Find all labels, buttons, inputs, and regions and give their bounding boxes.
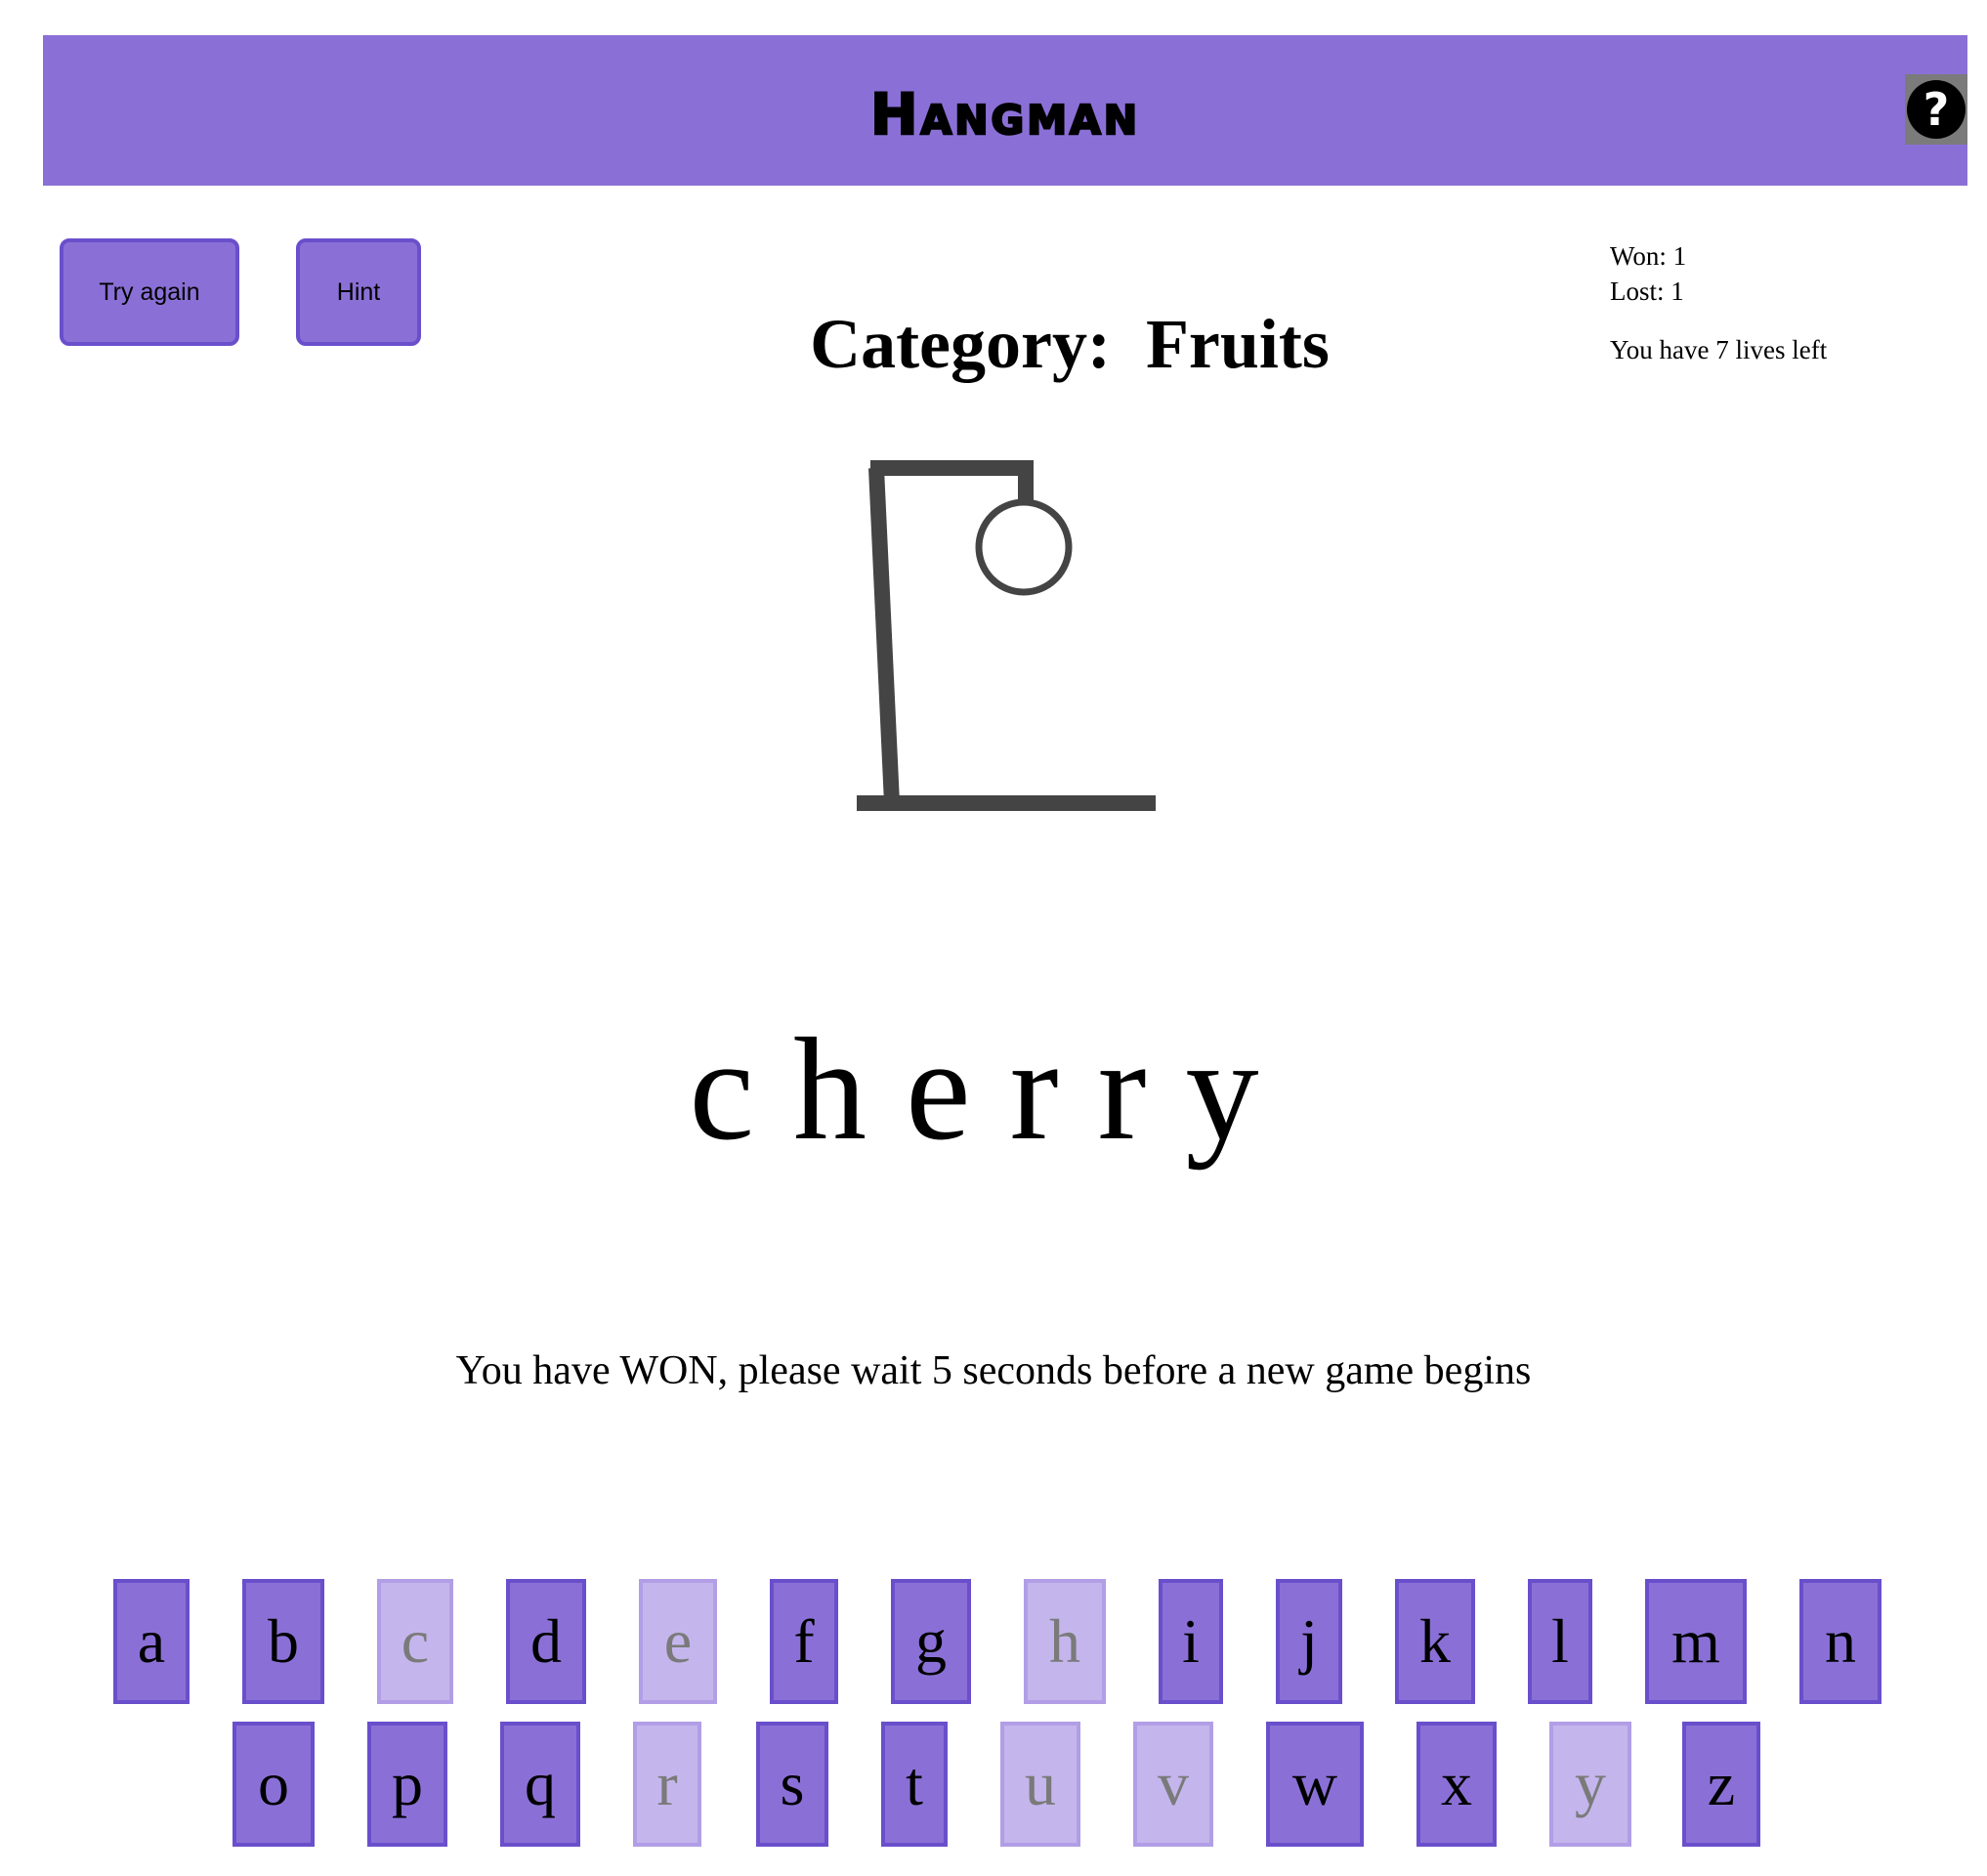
letter-key-d[interactable]: d: [506, 1579, 586, 1704]
letter-key-o[interactable]: o: [233, 1722, 315, 1847]
hangman-head: [975, 498, 1073, 596]
letter-key-b[interactable]: b: [242, 1579, 324, 1704]
score-panel: Won: 1 Lost: 1: [1610, 238, 1686, 309]
word-letter: r: [1097, 1008, 1186, 1171]
hint-button[interactable]: Hint: [296, 238, 421, 346]
word-letter: h: [793, 1008, 907, 1171]
category-heading: Category: Fruits: [810, 305, 1330, 383]
help-button[interactable]: ?: [1905, 74, 1967, 145]
letter-key-i[interactable]: i: [1159, 1579, 1223, 1704]
letter-key-a[interactable]: a: [113, 1579, 190, 1704]
letter-key-y[interactable]: y: [1549, 1722, 1631, 1847]
hangman-page: Hangman ? Try again Hint Won: 1 Lost: 1 …: [0, 0, 1987, 1876]
word-display: cherry: [0, 1016, 1987, 1163]
letter-key-m[interactable]: m: [1645, 1579, 1747, 1704]
question-mark-icon: ?: [1907, 80, 1966, 139]
letter-key-e[interactable]: e: [639, 1579, 717, 1704]
letter-key-s[interactable]: s: [756, 1722, 828, 1847]
letter-key-q[interactable]: q: [500, 1722, 580, 1847]
lives-remaining: You have 7 lives left: [1610, 335, 1828, 364]
letter-key-r[interactable]: r: [633, 1722, 701, 1847]
letter-key-j[interactable]: j: [1276, 1579, 1342, 1704]
won-count: Won: 1: [1610, 241, 1687, 271]
header-bar: Hangman ?: [43, 35, 1967, 186]
letter-key-p[interactable]: p: [367, 1722, 447, 1847]
game-status-message: You have WON, please wait 5 seconds befo…: [455, 1348, 1532, 1393]
lost-count: Lost: 1: [1610, 277, 1684, 306]
word-letter: r: [1009, 1008, 1098, 1171]
letter-key-g[interactable]: g: [891, 1579, 971, 1704]
letter-key-t[interactable]: t: [881, 1722, 948, 1847]
letter-key-k[interactable]: k: [1395, 1579, 1475, 1704]
try-again-button[interactable]: Try again: [60, 238, 239, 346]
letter-key-c[interactable]: c: [377, 1579, 453, 1704]
word-letter: e: [906, 1008, 1010, 1171]
word-letter: c: [689, 1008, 794, 1171]
letter-key-u[interactable]: u: [1000, 1722, 1080, 1847]
letter-key-f[interactable]: f: [770, 1579, 838, 1704]
letter-key-n[interactable]: n: [1799, 1579, 1881, 1704]
gallows-drawing: [857, 460, 1156, 811]
letter-key-x[interactable]: x: [1416, 1722, 1497, 1847]
letter-key-v[interactable]: v: [1133, 1722, 1213, 1847]
letter-key-l[interactable]: l: [1528, 1579, 1592, 1704]
letter-key-w[interactable]: w: [1266, 1722, 1364, 1847]
letter-key-z[interactable]: z: [1682, 1722, 1760, 1847]
app-title: Hangman: [869, 81, 1141, 148]
word-letter: y: [1185, 1008, 1298, 1171]
letter-key-h[interactable]: h: [1024, 1579, 1106, 1704]
gallows-post: [868, 467, 900, 804]
